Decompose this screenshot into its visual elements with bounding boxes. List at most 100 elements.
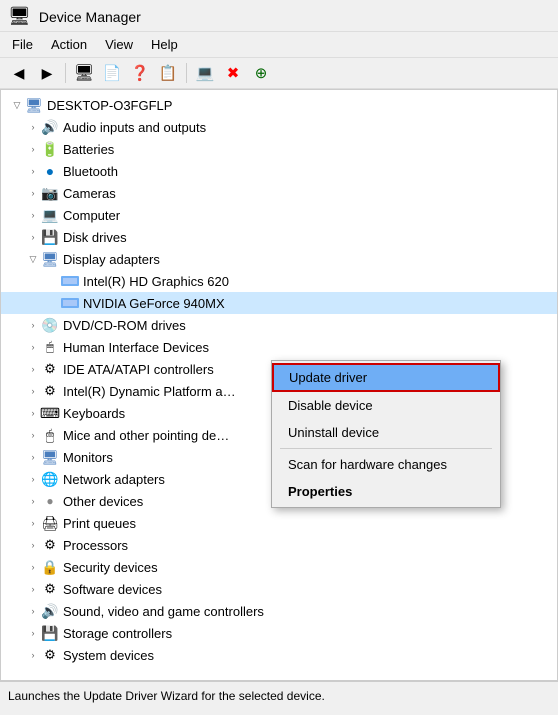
network-label: Network adapters <box>63 472 165 487</box>
computer-label: Computer <box>63 208 120 223</box>
tree-processors[interactable]: › ⚙ Processors <box>1 534 557 556</box>
sound-icon: 🔊 <box>41 602 59 620</box>
intel-gpu-label: Intel(R) HD Graphics 620 <box>83 274 229 289</box>
storage-toggle[interactable]: › <box>25 625 41 641</box>
menu-bar: File Action View Help <box>0 32 558 58</box>
other-toggle[interactable]: › <box>25 493 41 509</box>
menu-view[interactable]: View <box>97 34 141 55</box>
display-icon: 🖥 <box>41 250 59 268</box>
intel-gpu-icon <box>61 272 79 290</box>
disable-button[interactable]: 💻 <box>192 61 218 85</box>
processors-label: Processors <box>63 538 128 553</box>
cameras-label: Cameras <box>63 186 116 201</box>
tree-audio[interactable]: › 🔊 Audio inputs and outputs <box>1 116 557 138</box>
disk-toggle[interactable]: › <box>25 229 41 245</box>
tree-software[interactable]: › ⚙ Software devices <box>1 578 557 600</box>
hid-toggle[interactable]: › <box>25 339 41 355</box>
tree-root[interactable]: ▽ 🖥 DESKTOP-O3FGFLP <box>1 94 557 116</box>
disk-label: Disk drives <box>63 230 127 245</box>
root-icon: 🖥 <box>25 96 43 114</box>
update-driver-button[interactable]: 📋 <box>155 61 181 85</box>
ctx-disable-device[interactable]: Disable device <box>272 392 500 419</box>
network-toggle[interactable]: › <box>25 471 41 487</box>
bluetooth-toggle[interactable]: › <box>25 163 41 179</box>
display-toggle[interactable]: ▽ <box>25 251 41 267</box>
batteries-icon: 🔋 <box>41 140 59 158</box>
properties-button[interactable]: 📄 <box>99 61 125 85</box>
tree-security[interactable]: › 🔒 Security devices <box>1 556 557 578</box>
tree-computer[interactable]: › 💻 Computer <box>1 204 557 226</box>
tree-print[interactable]: › 🖨 Print queues <box>1 512 557 534</box>
mice-toggle[interactable]: › <box>25 427 41 443</box>
disk-icon: 💾 <box>41 228 59 246</box>
intel-platform-icon: ⚙ <box>41 382 59 400</box>
ide-label: IDE ATA/ATAPI controllers <box>63 362 214 377</box>
network-icon: 🌐 <box>41 470 59 488</box>
back-button[interactable]: ◀ <box>6 61 32 85</box>
software-icon: ⚙ <box>41 580 59 598</box>
uninstall-button[interactable]: ✖ <box>220 61 246 85</box>
processors-toggle[interactable]: › <box>25 537 41 553</box>
batteries-toggle[interactable]: › <box>25 141 41 157</box>
tree-disk[interactable]: › 💾 Disk drives <box>1 226 557 248</box>
computer-button[interactable]: 🖥 <box>71 61 97 85</box>
menu-action[interactable]: Action <box>43 34 95 55</box>
help-button[interactable]: ❓ <box>127 61 153 85</box>
audio-label: Audio inputs and outputs <box>63 120 206 135</box>
security-toggle[interactable]: › <box>25 559 41 575</box>
bluetooth-label: Bluetooth <box>63 164 118 179</box>
keyboards-icon: ⌨ <box>41 404 59 422</box>
root-toggle[interactable]: ▽ <box>9 97 25 113</box>
sound-toggle[interactable]: › <box>25 603 41 619</box>
menu-file[interactable]: File <box>4 34 41 55</box>
cameras-icon: 📷 <box>41 184 59 202</box>
monitors-toggle[interactable]: › <box>25 449 41 465</box>
audio-toggle[interactable]: › <box>25 119 41 135</box>
ctx-scan-hardware[interactable]: Scan for hardware changes <box>272 451 500 478</box>
status-text: Launches the Update Driver Wizard for th… <box>8 689 325 703</box>
scan-button[interactable]: ⊕ <box>248 61 274 85</box>
ctx-update-driver[interactable]: Update driver <box>272 363 500 392</box>
tree-dvd[interactable]: › 💿 DVD/CD-ROM drives <box>1 314 557 336</box>
cameras-toggle[interactable]: › <box>25 185 41 201</box>
system-toggle[interactable]: › <box>25 647 41 663</box>
nvidia-gpu-label: NVIDIA GeForce 940MX <box>83 296 225 311</box>
title-bar-text: Device Manager <box>39 9 141 25</box>
monitors-icon: 🖥 <box>41 448 59 466</box>
forward-button[interactable]: ▶ <box>34 61 60 85</box>
software-toggle[interactable]: › <box>25 581 41 597</box>
ctx-properties[interactable]: Properties <box>272 478 500 505</box>
print-toggle[interactable]: › <box>25 515 41 531</box>
computer-icon: 💻 <box>41 206 59 224</box>
computer-toggle[interactable]: › <box>25 207 41 223</box>
tree-display[interactable]: ▽ 🖥 Display adapters <box>1 248 557 270</box>
mice-icon: 🖱 <box>41 426 59 444</box>
security-icon: 🔒 <box>41 558 59 576</box>
system-label: System devices <box>63 648 154 663</box>
keyboards-toggle[interactable]: › <box>25 405 41 421</box>
monitors-label: Monitors <box>63 450 113 465</box>
tree-storage[interactable]: › 💾 Storage controllers <box>1 622 557 644</box>
tree-intel-gpu[interactable]: › Intel(R) HD Graphics 620 <box>1 270 557 292</box>
tree-hid[interactable]: › 🖱 Human Interface Devices <box>1 336 557 358</box>
other-icon: ● <box>41 492 59 510</box>
tree-sound[interactable]: › 🔊 Sound, video and game controllers <box>1 600 557 622</box>
tree-system[interactable]: › ⚙ System devices <box>1 644 557 666</box>
print-icon: 🖨 <box>41 514 59 532</box>
tree-bluetooth[interactable]: › ● Bluetooth <box>1 160 557 182</box>
batteries-label: Batteries <box>63 142 114 157</box>
processors-icon: ⚙ <box>41 536 59 554</box>
ide-toggle[interactable]: › <box>25 361 41 377</box>
ctx-separator <box>280 448 492 449</box>
menu-help[interactable]: Help <box>143 34 186 55</box>
main-content: ▽ 🖥 DESKTOP-O3FGFLP › 🔊 Audio inputs and… <box>0 89 558 681</box>
tree-cameras[interactable]: › 📷 Cameras <box>1 182 557 204</box>
tree-batteries[interactable]: › 🔋 Batteries <box>1 138 557 160</box>
tree-nvidia-gpu[interactable]: › NVIDIA GeForce 940MX <box>1 292 557 314</box>
dvd-toggle[interactable]: › <box>25 317 41 333</box>
intel-platform-toggle[interactable]: › <box>25 383 41 399</box>
ctx-uninstall-device[interactable]: Uninstall device <box>272 419 500 446</box>
keyboards-label: Keyboards <box>63 406 125 421</box>
toolbar-separator-2 <box>186 63 187 83</box>
bluetooth-icon: ● <box>41 162 59 180</box>
